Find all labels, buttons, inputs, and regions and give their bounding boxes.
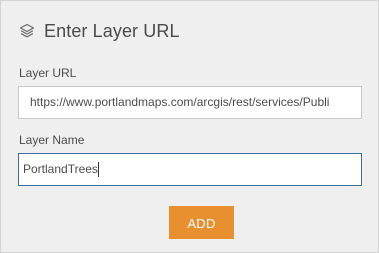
add-button[interactable]: ADD <box>169 206 234 239</box>
layer-url-label: Layer URL <box>19 66 77 80</box>
layer-name-label: Layer Name <box>19 133 85 147</box>
layer-name-input[interactable]: PortlandTrees <box>18 153 362 186</box>
layer-url-value: https://www.portlandmaps.com/arcgis/rest… <box>30 95 330 109</box>
enter-layer-url-panel: Enter Layer URL Layer URL https://www.po… <box>0 0 379 253</box>
panel-title: Enter Layer URL <box>44 20 180 41</box>
layer-name-value: PortlandTrees <box>23 162 98 176</box>
layers-icon <box>19 23 35 39</box>
panel-header: Enter Layer URL <box>19 19 180 43</box>
layer-url-input[interactable]: https://www.portlandmaps.com/arcgis/rest… <box>18 86 362 119</box>
text-caret <box>97 162 99 178</box>
